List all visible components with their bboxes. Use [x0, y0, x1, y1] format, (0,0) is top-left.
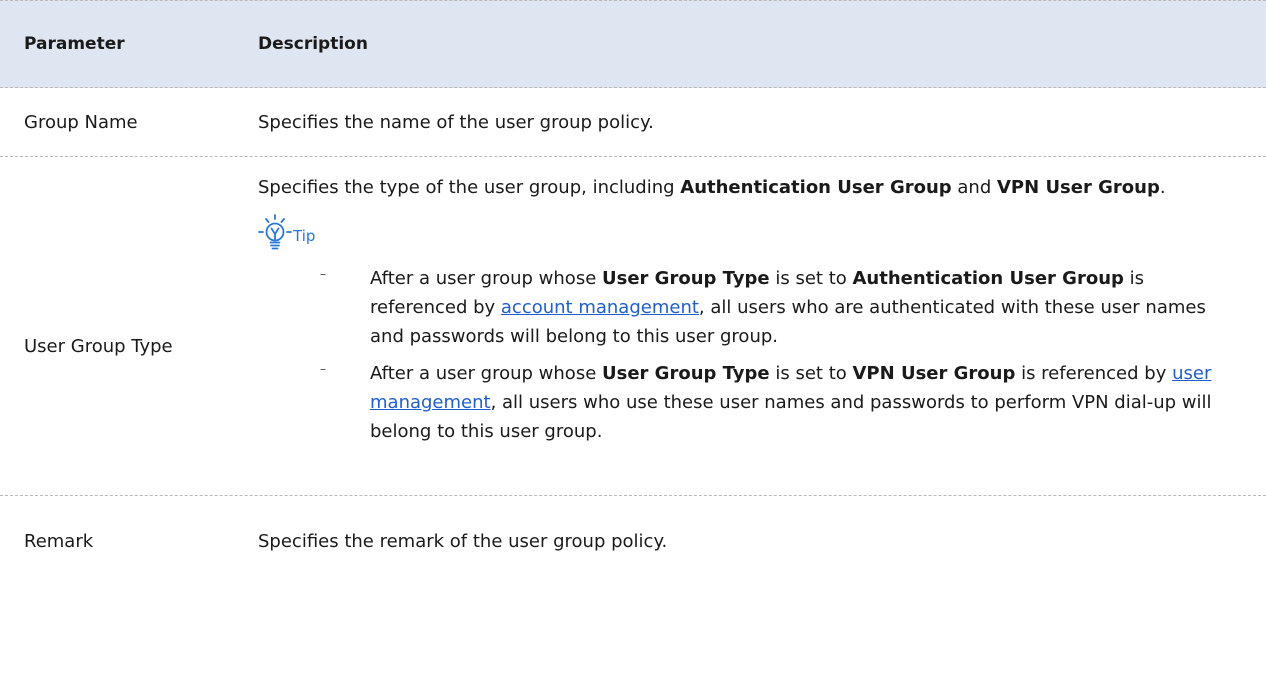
header-description: Description — [258, 33, 368, 54]
bullet-bold: User Group Type — [602, 268, 770, 289]
bullet-text: After a user group whose — [370, 363, 602, 384]
intro-bold-auth: Authentication User Group — [680, 177, 952, 198]
intro-suffix: . — [1159, 177, 1166, 198]
param-user-group-type: User Group Type — [24, 335, 173, 357]
list-item: – After a user group whose User Group Typ… — [258, 264, 1242, 351]
bullet-dash-icon: – — [320, 362, 326, 376]
desc-remark: Specifies the remark of the user group p… — [258, 530, 668, 552]
param-remark: Remark — [24, 530, 94, 552]
intro-bold-vpn: VPN User Group — [996, 177, 1160, 198]
list-item: – After a user group whose User Group Typ… — [258, 359, 1242, 446]
table-row: Remark Specifies the remark of the user … — [0, 496, 1266, 586]
table-header-row: Parameter Description — [0, 0, 1266, 88]
bullet-text: is referenced by — [1015, 363, 1173, 384]
bullet-text: is set to — [769, 268, 853, 289]
intro-text: Specifies the type of the user group, in… — [258, 177, 681, 198]
tip-callout: Tip — [258, 214, 1242, 250]
parameter-table: Parameter Description Group Name Specifi… — [0, 0, 1266, 586]
lightbulb-icon — [258, 214, 292, 250]
user-group-type-intro: Specifies the type of the user group, in… — [258, 173, 1242, 202]
account-management-link[interactable]: account management — [501, 297, 699, 318]
bullet-text: , all users who use these user names and… — [370, 392, 1212, 442]
table-row: User Group Type Specifies the type of th… — [0, 157, 1266, 496]
tip-label: Tip — [293, 226, 316, 245]
table-row: Group Name Specifies the name of the use… — [0, 88, 1266, 157]
tip-bullet-list: – After a user group whose User Group Typ… — [258, 264, 1242, 446]
intro-and: and — [951, 177, 997, 198]
desc-group-name: Specifies the name of the user group pol… — [258, 111, 654, 133]
bullet-dash-icon: – — [320, 267, 326, 281]
bullet-bold: Authentication User Group — [852, 268, 1124, 289]
desc-user-group-type: Specifies the type of the user group, in… — [258, 157, 1266, 495]
header-parameter: Parameter — [24, 34, 125, 54]
param-group-name: Group Name — [24, 111, 138, 133]
bullet-text: After a user group whose — [370, 268, 602, 289]
bullet-bold: VPN User Group — [852, 363, 1016, 384]
bullet-text: is set to — [769, 363, 853, 384]
bullet-bold: User Group Type — [602, 363, 770, 384]
